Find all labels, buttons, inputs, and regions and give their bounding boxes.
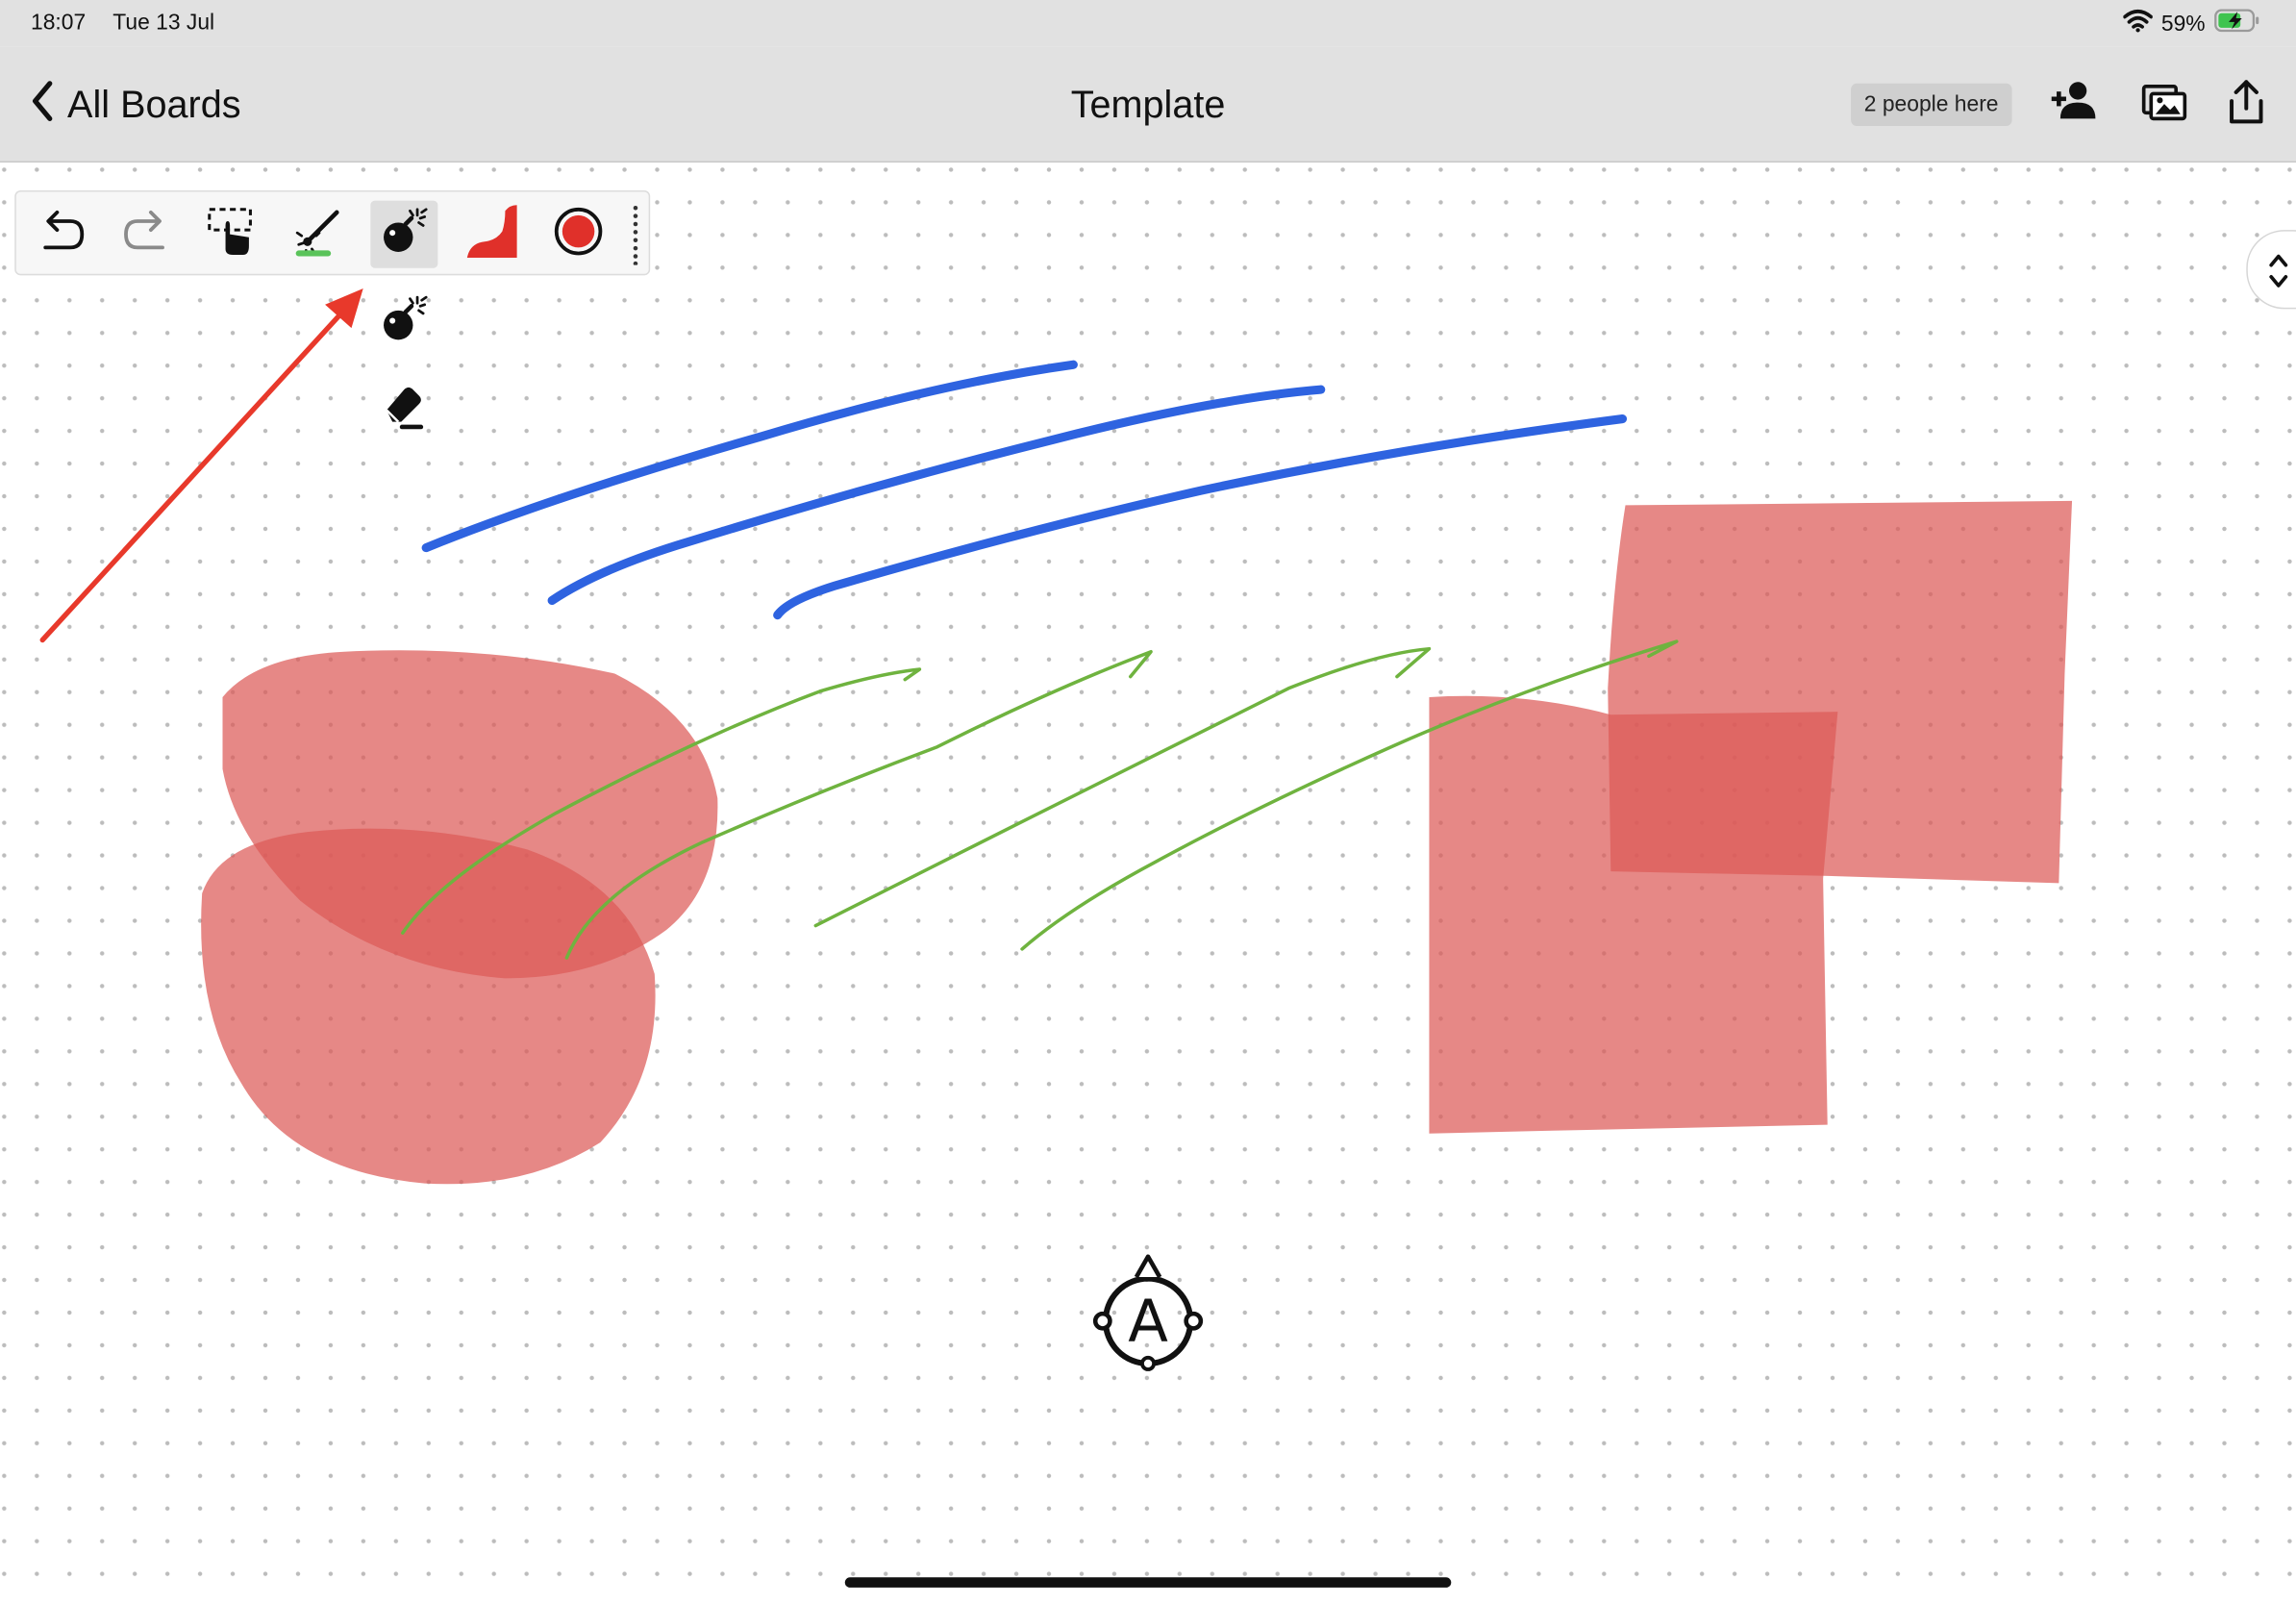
center-badge-letter: A [1128, 1288, 1168, 1356]
popup-bomb-option[interactable] [378, 293, 434, 346]
toolbar [14, 189, 651, 276]
blue-stroke-2 [547, 385, 1326, 605]
undo-button[interactable] [28, 201, 95, 268]
color-icon [552, 204, 605, 263]
redo-icon [121, 206, 171, 263]
blue-stroke-3 [773, 414, 1628, 620]
red-arrow-line [39, 311, 344, 643]
red-rect-left [1429, 695, 1838, 1134]
bomb-button[interactable] [370, 200, 438, 268]
shape-fill-icon [464, 201, 520, 267]
select-icon [205, 204, 258, 263]
bomb-icon [378, 204, 431, 263]
bomb-icon [378, 295, 431, 352]
red-blob-bottom [201, 828, 656, 1185]
undo-icon [37, 206, 87, 263]
app-root: 18:07 Tue 13 Jul 59% All Boards Template… [0, 0, 2296, 1604]
green-stroke-3 [813, 646, 1432, 928]
toolbar-drag-handle[interactable] [631, 204, 639, 266]
popup-eraser-option[interactable] [378, 381, 434, 434]
select-button[interactable] [198, 201, 265, 268]
eraser-icon [378, 387, 431, 439]
color-button[interactable] [545, 201, 612, 268]
laser-pointer-button[interactable] [286, 201, 353, 268]
center-user-badge: A [1092, 1254, 1204, 1371]
redo-button[interactable] [112, 201, 180, 268]
home-indicator[interactable] [844, 1577, 1452, 1588]
chevron-up-down-icon [2268, 252, 2288, 297]
laser-pointer-icon [293, 204, 346, 263]
shape-fill-button[interactable] [459, 201, 526, 268]
